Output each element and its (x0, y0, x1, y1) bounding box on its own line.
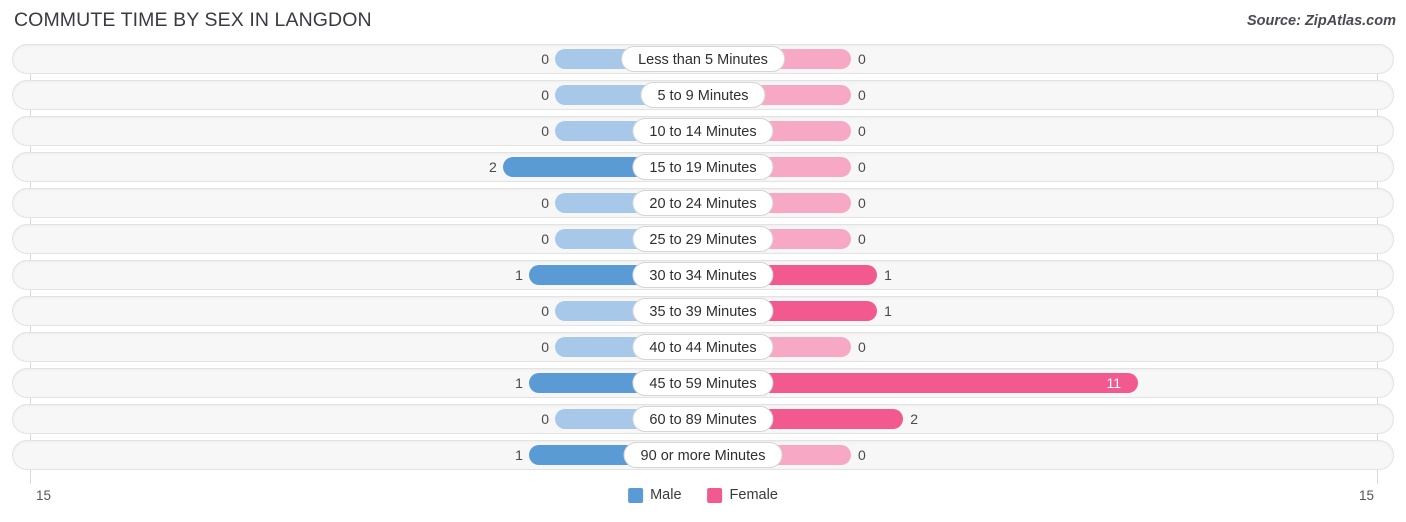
chart-header: COMMUTE TIME BY SEX IN LANGDON Source: Z… (0, 0, 1406, 42)
value-label-male: 1 (515, 267, 523, 283)
category-label: 45 to 59 Minutes (632, 370, 774, 396)
legend-swatch-icon (628, 487, 644, 503)
chart-row: 1 11 45 to 59 Minutes (0, 368, 1406, 398)
value-label-male: 1 (515, 447, 523, 463)
value-label-male: 0 (541, 51, 549, 67)
value-label-male: 2 (488, 159, 497, 175)
chart-row: 0 0 25 to 29 Minutes (0, 224, 1406, 254)
category-label: 25 to 29 Minutes (632, 226, 774, 252)
chart-row: 0 2 60 to 89 Minutes (0, 404, 1406, 434)
value-label-female: 0 (858, 87, 866, 103)
chart-row: 2 0 15 to 19 Minutes (0, 152, 1406, 182)
value-label-female: 0 (858, 339, 866, 355)
page-title: COMMUTE TIME BY SEX IN LANGDON (14, 9, 372, 31)
value-label-male: 1 (515, 375, 523, 391)
chart-row: 0 0 Less than 5 Minutes (0, 44, 1406, 74)
chart-plot-area: 0 0 Less than 5 Minutes 0 0 5 to 9 Minutes 0 0 1… (0, 44, 1406, 484)
legend-item-male[interactable]: Male (628, 487, 682, 503)
category-label: 30 to 34 Minutes (632, 262, 774, 288)
legend-label: Female (729, 487, 778, 503)
source-attribution: Source: ZipAtlas.com (1246, 13, 1396, 29)
value-label-female: 0 (858, 159, 866, 175)
chart-row: 1 1 30 to 34 Minutes (0, 260, 1406, 290)
chart-footer: 15 Male Female 15 (0, 484, 1406, 522)
value-label-female: 11 (1106, 375, 1121, 391)
value-label-male: 0 (541, 231, 549, 247)
chart-legend: Male Female (628, 487, 778, 503)
chart-rows: 0 0 Less than 5 Minutes 0 0 5 to 9 Minutes 0 0 1… (0, 44, 1406, 476)
value-label-female: 0 (858, 51, 866, 67)
value-label-female: 0 (858, 231, 866, 247)
chart-row: 1 0 90 or more Minutes (0, 440, 1406, 470)
value-label-male: 0 (541, 195, 549, 211)
category-label: 10 to 14 Minutes (632, 118, 774, 144)
value-label-female: 1 (884, 303, 892, 319)
value-label-male: 0 (541, 303, 549, 319)
chart-row: 0 0 10 to 14 Minutes (0, 116, 1406, 146)
value-label-female: 1 (884, 267, 892, 283)
chart-row: 0 0 5 to 9 Minutes (0, 80, 1406, 110)
category-label: 35 to 39 Minutes (632, 298, 774, 324)
category-label: Less than 5 Minutes (621, 46, 785, 72)
chart-row: 0 1 35 to 39 Minutes (0, 296, 1406, 326)
chart-row: 0 0 20 to 24 Minutes (0, 188, 1406, 218)
value-label-male: 0 (541, 411, 549, 427)
category-label: 90 or more Minutes (623, 442, 783, 468)
value-label-female: 2 (910, 411, 919, 427)
category-label: 5 to 9 Minutes (640, 82, 766, 108)
axis-label-left: 15 (36, 488, 52, 503)
legend-swatch-icon (707, 487, 723, 503)
category-label: 60 to 89 Minutes (632, 406, 774, 432)
value-label-male: 0 (541, 123, 549, 139)
legend-item-female[interactable]: Female (707, 487, 778, 503)
legend-label: Male (650, 487, 682, 503)
value-label-male: 0 (541, 87, 549, 103)
axis-label-right: 15 (1358, 488, 1374, 503)
value-label-female: 0 (858, 123, 866, 139)
value-label-female: 0 (858, 195, 866, 211)
value-label-female: 0 (858, 447, 866, 463)
value-label-male: 0 (541, 339, 549, 355)
category-label: 15 to 19 Minutes (632, 154, 774, 180)
category-label: 40 to 44 Minutes (632, 334, 774, 360)
category-label: 20 to 24 Minutes (632, 190, 774, 216)
chart-row: 0 0 40 to 44 Minutes (0, 332, 1406, 362)
